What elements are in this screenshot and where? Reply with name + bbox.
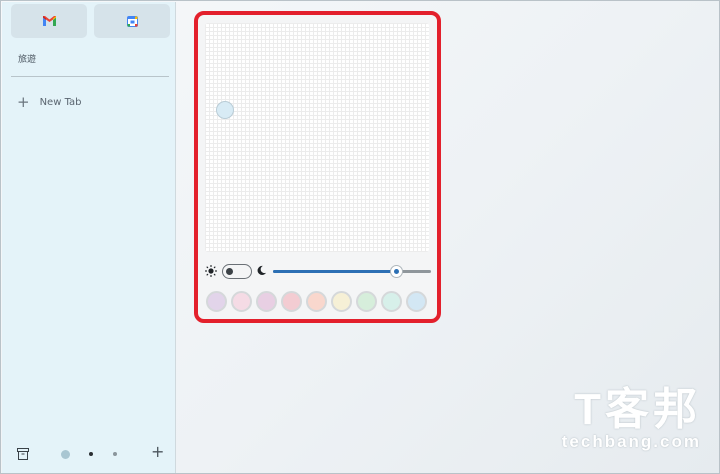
space-indicator-1[interactable]: [61, 450, 70, 459]
sidebar: 旅遊 + New Tab +: [2, 2, 176, 473]
browser-window: 旅遊 + New Tab + T客邦 techbang.com: [0, 0, 720, 474]
watermark-cn: T客邦: [574, 385, 701, 434]
color-picker-handle[interactable]: [216, 101, 234, 119]
color-swatch-9[interactable]: [406, 291, 427, 312]
calendar-icon: [126, 15, 138, 27]
watermark: T客邦 techbang.com: [562, 387, 701, 451]
moon-icon: [257, 265, 267, 276]
slider-fill: [273, 270, 396, 273]
sun-icon: [205, 265, 217, 277]
brightness-slider[interactable]: [273, 265, 431, 278]
sidebar-footer: +: [2, 444, 176, 463]
toggle-knob: [226, 268, 233, 275]
tab-group-label[interactable]: 旅遊: [18, 52, 36, 65]
space-indicator-3[interactable]: [113, 452, 117, 456]
add-space-button[interactable]: +: [151, 444, 164, 460]
color-swatch-6[interactable]: [331, 291, 352, 312]
slider-thumb[interactable]: [390, 265, 403, 278]
gmail-icon: [42, 16, 56, 26]
color-swatch-8[interactable]: [381, 291, 402, 312]
pinned-tab-gmail[interactable]: [11, 4, 87, 38]
new-tab-label: New Tab: [39, 96, 82, 108]
color-swatch-4[interactable]: [281, 291, 302, 312]
color-swatch-5[interactable]: [306, 291, 327, 312]
plus-icon: +: [17, 92, 30, 111]
dark-mode-toggle[interactable]: [222, 264, 252, 279]
theme-color-panel: [194, 11, 441, 323]
watermark-en: techbang.com: [561, 432, 701, 451]
color-swatch-3[interactable]: [256, 291, 277, 312]
pinned-tab-calendar[interactable]: [94, 4, 170, 38]
new-tab-button[interactable]: + New Tab: [17, 94, 82, 110]
color-swatches: [206, 291, 432, 315]
color-swatch-7[interactable]: [356, 291, 377, 312]
space-indicator-2[interactable]: [89, 452, 93, 456]
theme-controls: [205, 261, 431, 283]
color-picker-canvas[interactable]: [205, 23, 429, 252]
color-swatch-1[interactable]: [206, 291, 227, 312]
archive-icon[interactable]: [17, 448, 29, 460]
color-swatch-2[interactable]: [231, 291, 252, 312]
sidebar-divider: [11, 76, 169, 77]
